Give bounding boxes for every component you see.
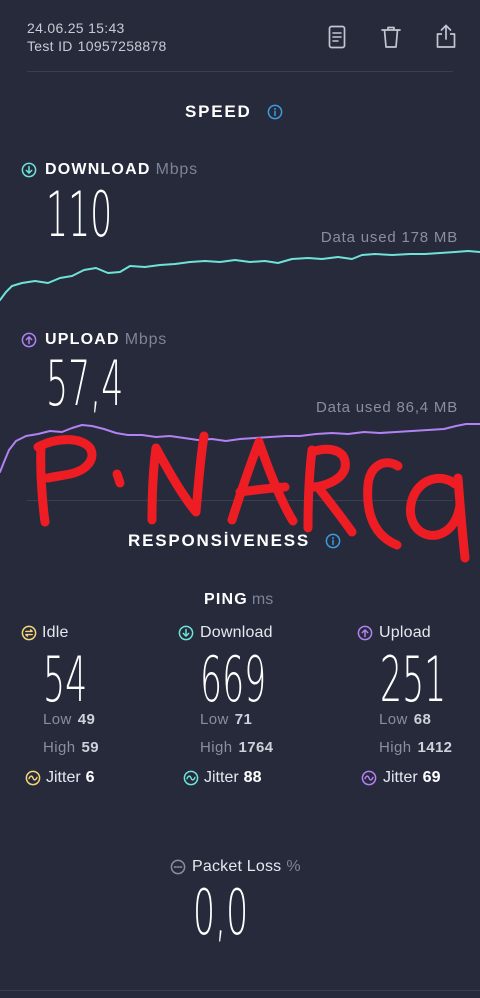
upload-data-used-label: Data used xyxy=(315,399,392,416)
jitter-icon xyxy=(361,770,377,786)
ping-download-label: Download xyxy=(200,624,273,641)
packet-loss-label: Packet Loss xyxy=(192,858,282,875)
speed-divider xyxy=(27,500,453,501)
ping-idle-low: Low 49 xyxy=(43,710,95,730)
result-screen: 24.06.25 15:43 Test ID10957258878 SPEED xyxy=(0,0,480,998)
high-value: 1764 xyxy=(238,739,274,756)
document-icon xyxy=(328,25,346,49)
packet-loss-unit: % xyxy=(286,858,301,875)
share-button[interactable] xyxy=(434,23,458,49)
handwritten-annotation xyxy=(33,431,470,563)
header-divider xyxy=(27,71,453,72)
low-label: Low xyxy=(379,711,408,728)
ping-idle-jitter: Jitter 6 xyxy=(46,768,95,788)
download-data-used-label: Data used xyxy=(320,229,397,246)
ping-idle-value: 54 xyxy=(43,643,88,716)
download-unit: Mbps xyxy=(155,161,198,178)
high-label: High xyxy=(379,739,412,756)
ping-idle-label: Idle xyxy=(42,624,69,641)
test-datetime: 24.06.25 15:43 xyxy=(27,20,125,36)
jitter-value: 88 xyxy=(243,769,262,786)
test-id-label: Test ID xyxy=(27,38,73,54)
download-header: DOWNLOAD Mbps xyxy=(45,160,198,180)
ping-download-low: Low 71 xyxy=(200,710,252,730)
ping-header: PING ms xyxy=(204,590,273,610)
download-speed-value: 110 xyxy=(46,178,113,251)
ping-idle-high: High 59 xyxy=(43,738,99,758)
annotation-stroke-n xyxy=(147,431,209,525)
high-value: 1412 xyxy=(417,739,453,756)
jitter-label: Jitter xyxy=(383,769,418,786)
annotation-stroke-a xyxy=(227,437,298,526)
trash-icon xyxy=(381,26,401,48)
ping-upload-value: 251 xyxy=(380,643,447,716)
jitter-label: Jitter xyxy=(46,769,81,786)
annotation-stroke-r xyxy=(303,444,357,537)
ping-upload-label: Upload xyxy=(379,624,431,641)
info-icon[interactable] xyxy=(325,533,341,549)
ping-upload-jitter: Jitter 69 xyxy=(383,768,440,788)
upload-arrow-icon xyxy=(357,625,373,641)
ping-upload-low: Low 68 xyxy=(379,710,431,730)
download-data-used-value: 178 MB xyxy=(401,229,458,246)
delete-button[interactable] xyxy=(380,25,402,49)
download-speed-line xyxy=(0,250,480,301)
jitter-value: 69 xyxy=(422,769,441,786)
annotation-stroke-c xyxy=(363,458,403,550)
ping-download-jitter: Jitter 88 xyxy=(204,768,261,788)
download-arrow-icon xyxy=(178,625,194,641)
responsiveness-section-title: RESPONSİVENESS xyxy=(128,531,311,550)
ping-download-high: High 1764 xyxy=(200,738,273,758)
test-id: Test ID 10957258878 xyxy=(27,36,167,56)
share-icon xyxy=(436,24,456,48)
results-detail-button[interactable] xyxy=(327,25,347,49)
low-value: 68 xyxy=(413,711,432,728)
ping-unit: ms xyxy=(251,591,274,608)
upload-data-used-value: 86,4 MB xyxy=(396,399,458,416)
high-value: 59 xyxy=(81,739,99,756)
packet-loss-icon xyxy=(170,859,186,875)
download-data-used: Data used 178 MB xyxy=(321,228,458,248)
jitter-value: 6 xyxy=(85,769,95,786)
info-icon[interactable] xyxy=(267,104,283,120)
download-speed-graph xyxy=(0,250,480,301)
upload-label: UPLOAD xyxy=(45,331,120,348)
speed-section-title: SPEED xyxy=(185,102,252,121)
annotation-stroke-p xyxy=(33,435,97,527)
annotation-stroke-a2 xyxy=(406,473,470,563)
low-value: 71 xyxy=(234,711,253,728)
download-arrow-icon xyxy=(21,162,37,178)
upload-unit: Mbps xyxy=(124,331,168,348)
jitter-icon xyxy=(183,770,199,786)
low-label: Low xyxy=(200,711,229,728)
upload-speed-value: 57,4 xyxy=(46,347,124,420)
ping-upload-high: High 1412 xyxy=(379,738,452,758)
low-value: 49 xyxy=(77,711,96,728)
bottom-divider xyxy=(0,990,480,991)
ping-download-value: 669 xyxy=(200,643,267,716)
jitter-label: Jitter xyxy=(204,769,239,786)
upload-data-used: Data used 86,4 MB xyxy=(316,398,458,418)
high-label: High xyxy=(43,739,76,756)
high-label: High xyxy=(200,739,233,756)
upload-speed-line xyxy=(0,423,480,473)
upload-arrow-icon xyxy=(21,332,37,348)
jitter-icon xyxy=(25,770,41,786)
upload-speed-graph xyxy=(0,423,480,473)
packet-loss-value: 0,0 xyxy=(193,876,249,949)
test-id-value: 10957258878 xyxy=(77,38,167,54)
idle-icon xyxy=(21,625,37,641)
annotation-stroke-i xyxy=(112,469,125,488)
packet-loss-header: Packet Loss% xyxy=(192,857,301,877)
ping-label: PING xyxy=(204,591,248,608)
download-label: DOWNLOAD xyxy=(45,161,151,178)
low-label: Low xyxy=(43,711,72,728)
